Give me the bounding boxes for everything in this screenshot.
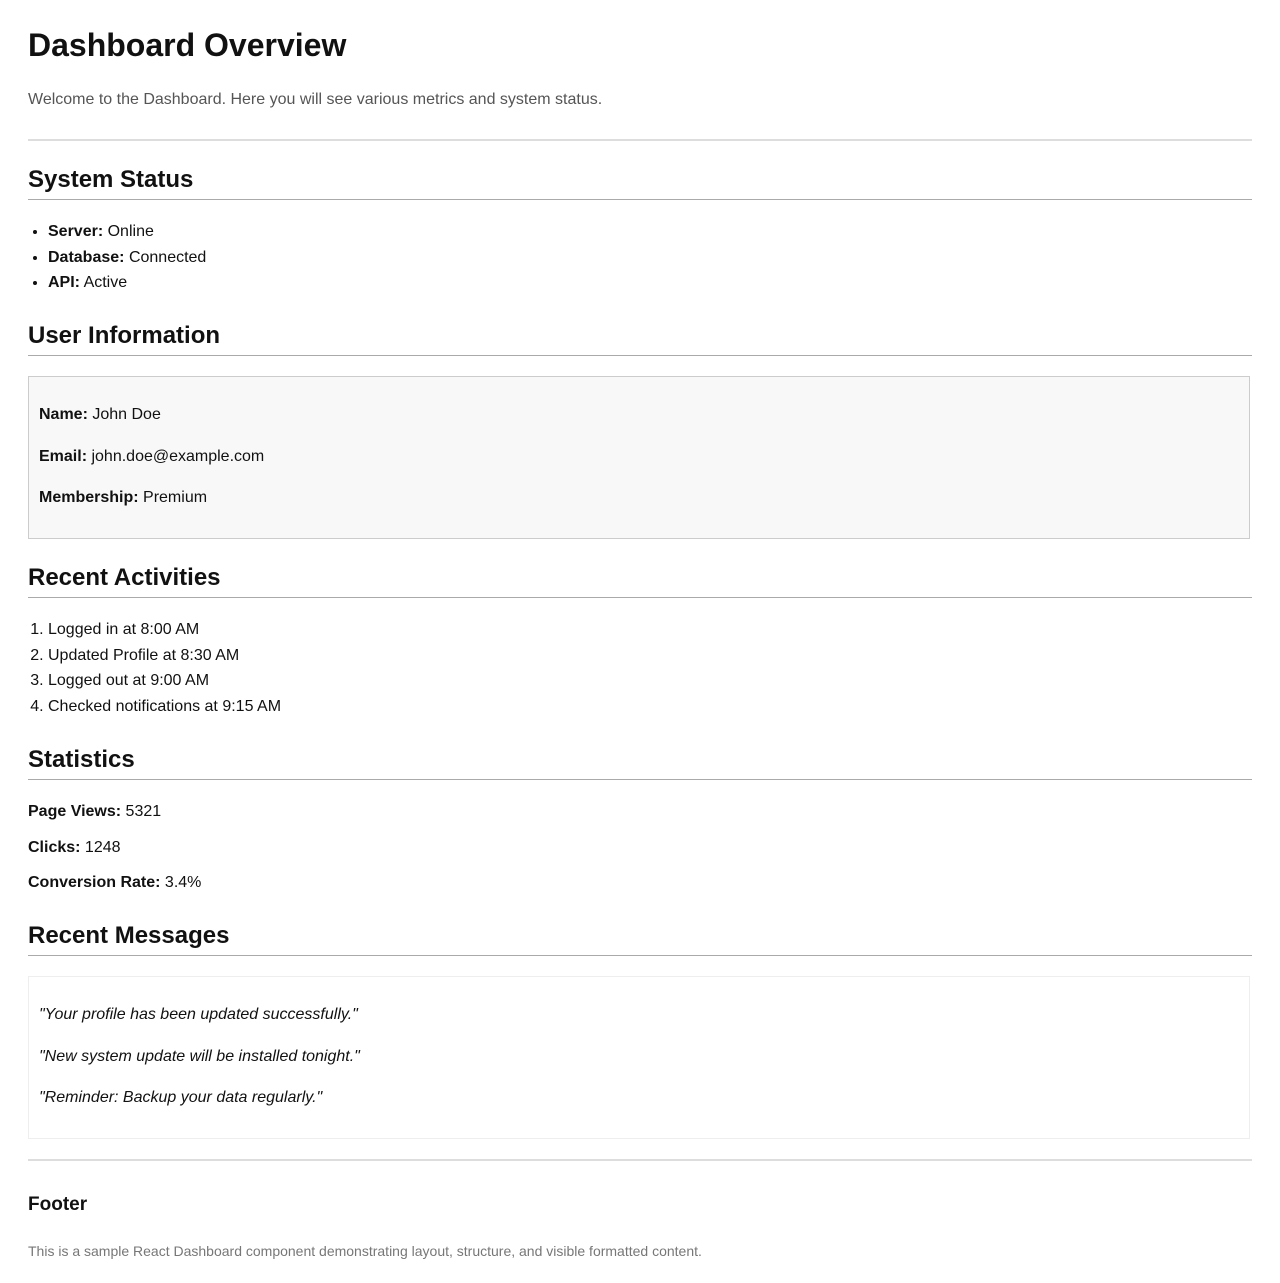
user-membership-value: Premium xyxy=(143,489,208,506)
field-label: Membership: xyxy=(39,489,139,506)
stat-page-views: Page Views: 5321 xyxy=(28,802,161,822)
activity-item: Updated Profile at 8:30 AM xyxy=(48,643,281,669)
message-item: "Your profile has been updated successfu… xyxy=(39,1006,358,1023)
activity-item: Logged in at 8:00 AM xyxy=(48,617,281,643)
header-divider xyxy=(28,139,1252,141)
statistics-heading: Statistics xyxy=(28,746,135,773)
intro-text: Welcome to the Dashboard. Here you will … xyxy=(28,91,603,108)
status-value: Active xyxy=(83,274,128,292)
status-label: Server: xyxy=(48,223,104,240)
user-info-card: Name: John Doe Email: john.doe@example.c… xyxy=(28,376,1250,539)
system-status-heading: System Status xyxy=(28,166,194,193)
user-info-heading: User Information xyxy=(28,322,221,349)
stat-label: Conversion Rate: xyxy=(28,874,161,891)
status-value: Online xyxy=(107,223,154,240)
stat-value: 1248 xyxy=(84,839,121,856)
stat-clicks: Clicks: 1248 xyxy=(28,838,121,858)
page-title: Dashboard Overview xyxy=(28,27,347,63)
field-label: Email: xyxy=(39,448,88,465)
user-membership-row: Membership: Premium xyxy=(39,488,207,508)
stat-value: 3.4% xyxy=(164,874,202,891)
status-item-api: API: Active xyxy=(48,270,206,296)
user-email-value: john.doe@example.com xyxy=(91,448,265,465)
recent-activities-list: Logged in at 8:00 AM Updated Profile at … xyxy=(28,617,281,719)
user-name-row: Name: John Doe xyxy=(39,405,161,425)
user-info-rule xyxy=(28,355,1252,356)
message-item: "Reminder: Backup your data regularly." xyxy=(39,1089,323,1106)
status-label: API: xyxy=(48,274,80,292)
stat-conversion-rate: Conversion Rate: 3.4% xyxy=(28,873,201,893)
recent-messages-rule xyxy=(28,955,1252,956)
footer-text: This is a sample React Dashboard compone… xyxy=(28,1243,702,1259)
message-item: "New system update will be installed ton… xyxy=(39,1048,360,1065)
activity-item: Checked notifications at 9:15 AM xyxy=(48,694,281,720)
footer-heading: Footer xyxy=(28,1194,88,1215)
footer-divider xyxy=(28,1159,1252,1161)
statistics-rule xyxy=(28,779,1252,780)
recent-messages-heading: Recent Messages xyxy=(28,922,230,949)
stat-label: Page Views: xyxy=(28,803,122,820)
status-label: Database: xyxy=(48,248,125,266)
user-email-row: Email: john.doe@example.com xyxy=(39,447,264,467)
field-label: Name: xyxy=(39,406,88,423)
status-item-database: Database: Connected xyxy=(48,245,206,271)
recent-activities-heading: Recent Activities xyxy=(28,564,221,591)
system-status-list: Server: Online Database: Connected API: … xyxy=(28,219,206,296)
system-status-rule xyxy=(28,199,1252,200)
stat-value: 5321 xyxy=(125,803,162,820)
user-name-value: John Doe xyxy=(92,406,161,423)
status-item-server: Server: Online xyxy=(48,219,206,245)
messages-card: "Your profile has been updated successfu… xyxy=(28,976,1250,1139)
activity-item: Logged out at 9:00 AM xyxy=(48,668,281,694)
recent-activities-rule xyxy=(28,597,1252,598)
stat-label: Clicks: xyxy=(28,839,81,856)
status-value: Connected xyxy=(128,248,207,266)
